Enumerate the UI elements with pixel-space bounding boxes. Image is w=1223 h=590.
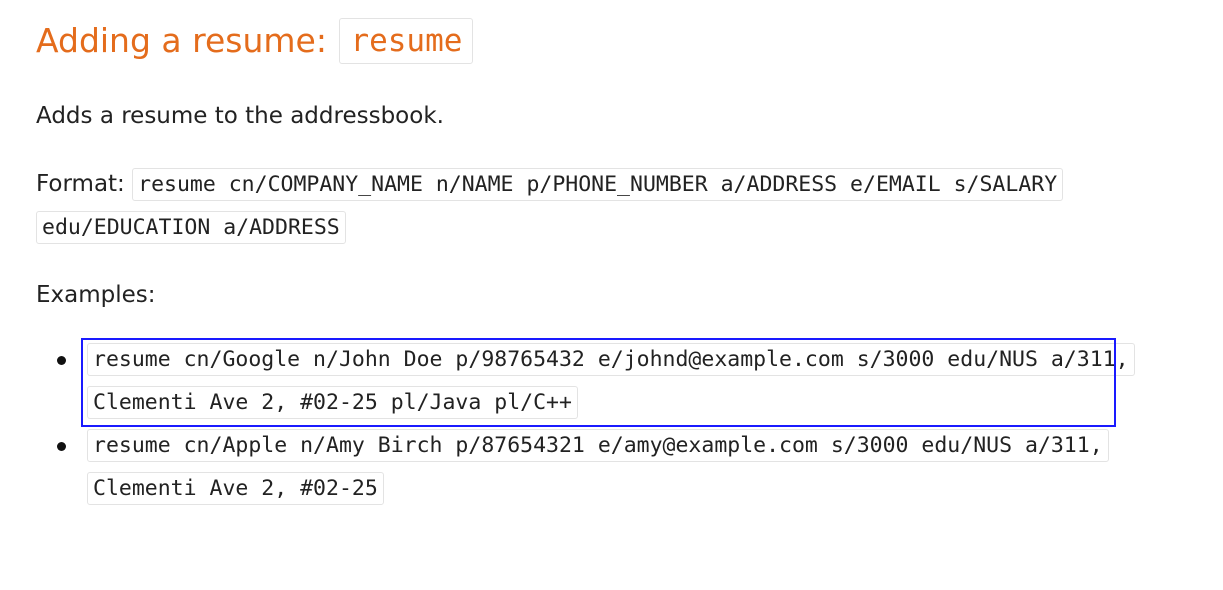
bullet-icon [57, 442, 66, 451]
example-code: resume cn/Google n/John Doe p/98765432 e… [87, 343, 1135, 419]
examples-list: resume cn/Google n/John Doe p/98765432 e… [36, 338, 1206, 510]
bullet-icon [57, 356, 66, 365]
heading-text: Adding a resume: [36, 21, 338, 60]
example-code: resume cn/Apple n/Amy Birch p/87654321 e… [87, 429, 1109, 505]
format-paragraph: Format: resume cn/COMPANY_NAME n/NAME p/… [36, 163, 1136, 249]
format-code: resume cn/COMPANY_NAME n/NAME p/PHONE_NU… [36, 168, 1064, 244]
heading-command-code: resume [339, 18, 474, 64]
command-description: Adds a resume to the addressbook. [36, 103, 444, 129]
list-item: resume cn/Apple n/Amy Birch p/87654321 e… [36, 424, 1206, 510]
list-item: resume cn/Google n/John Doe p/98765432 e… [36, 338, 1206, 424]
section-heading: Adding a resume: resume [36, 18, 474, 64]
format-label: Format: [36, 171, 133, 197]
examples-label: Examples: [36, 282, 156, 308]
